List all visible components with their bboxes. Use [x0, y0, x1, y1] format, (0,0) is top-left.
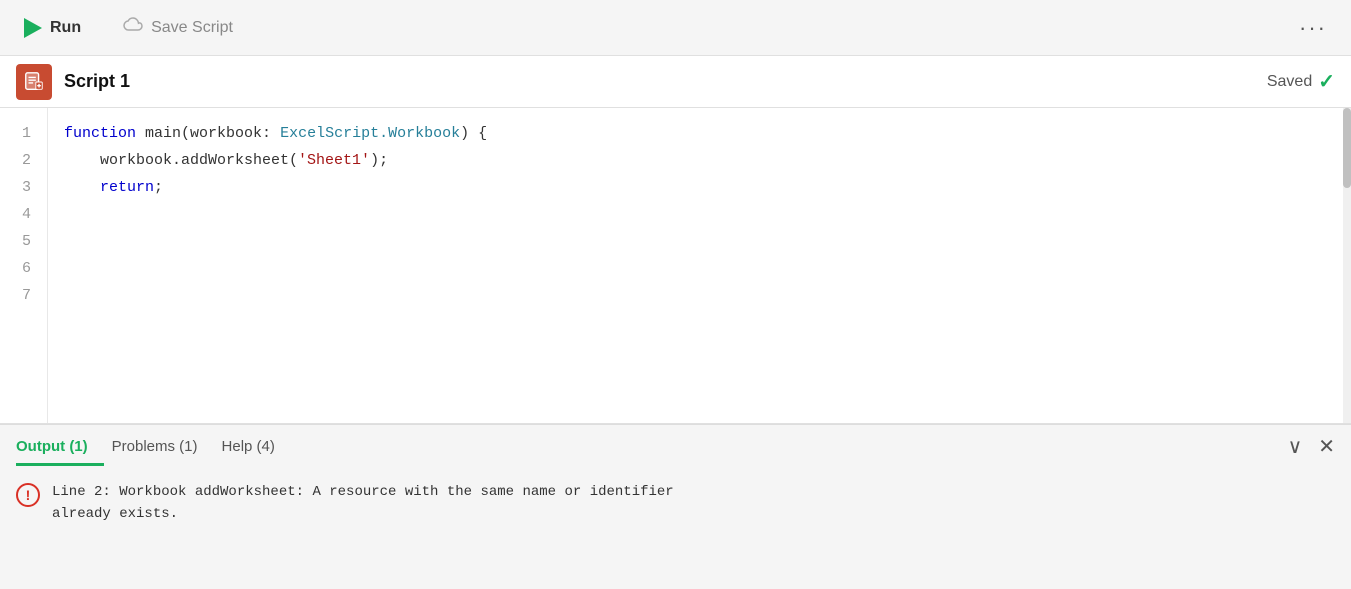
toolbar-left: Run Save Script: [16, 12, 1291, 44]
line-num-3: 3: [0, 174, 31, 201]
scrollbar-track[interactable]: [1343, 108, 1351, 423]
run-button[interactable]: Run: [16, 14, 89, 42]
toolbar: Run Save Script ···: [0, 0, 1351, 56]
error-message: Line 2: Workbook addWorksheet: A resourc…: [52, 481, 674, 526]
tab-problems[interactable]: Problems (1): [112, 430, 214, 466]
scrollbar-thumb[interactable]: [1343, 108, 1351, 188]
panel-tabs-right: ∨ ✕: [1288, 434, 1335, 459]
code-line-5: [64, 228, 1335, 255]
save-script-button[interactable]: Save Script: [113, 12, 241, 44]
check-icon: ✓: [1318, 69, 1335, 94]
collapse-panel-button[interactable]: ∨: [1288, 434, 1303, 459]
script-title: Script 1: [64, 71, 1267, 92]
cloud-icon: [121, 16, 143, 40]
tab-output[interactable]: Output (1): [16, 430, 104, 466]
error-line-2: already exists.: [52, 503, 674, 525]
line-num-4: 4: [0, 201, 31, 228]
panel-content: ! Line 2: Workbook addWorksheet: A resou…: [0, 469, 1351, 589]
more-options-button[interactable]: ···: [1291, 11, 1335, 45]
line-num-6: 6: [0, 255, 31, 282]
code-line-1: function main(workbook: ExcelScript.Work…: [64, 120, 1335, 147]
code-editor[interactable]: function main(workbook: ExcelScript.Work…: [48, 108, 1351, 423]
script-icon: [16, 64, 52, 100]
error-icon: !: [16, 483, 40, 507]
line-num-1: 1: [0, 120, 31, 147]
code-line-6: [64, 255, 1335, 282]
saved-status: Saved ✓: [1267, 69, 1335, 94]
line-num-5: 5: [0, 228, 31, 255]
line-numbers: 1 2 3 4 5 6 7: [0, 108, 48, 423]
line-num-7: 7: [0, 282, 31, 309]
code-line-4: [64, 201, 1335, 228]
more-icon: ···: [1299, 15, 1327, 40]
script-titlebar: Script 1 Saved ✓: [0, 56, 1351, 108]
bottom-panel: Output (1) Problems (1) Help (4) ∨ ✕ ! L…: [0, 424, 1351, 589]
close-icon: ✕: [1318, 436, 1335, 458]
editor-area[interactable]: 1 2 3 4 5 6 7 function main(workbook: Ex…: [0, 108, 1351, 424]
tab-help[interactable]: Help (4): [222, 430, 291, 466]
line-num-2: 2: [0, 147, 31, 174]
code-line-7: [64, 282, 1335, 309]
run-icon: [24, 18, 42, 38]
code-line-2: workbook.addWorksheet('Sheet1');: [64, 147, 1335, 174]
collapse-icon: ∨: [1288, 436, 1303, 458]
run-label: Run: [50, 19, 81, 37]
saved-label: Saved: [1267, 73, 1312, 91]
panel-tabs: Output (1) Problems (1) Help (4) ∨ ✕: [0, 425, 1351, 469]
save-script-label: Save Script: [151, 19, 233, 37]
code-line-3: return;: [64, 174, 1335, 201]
close-panel-button[interactable]: ✕: [1318, 434, 1335, 459]
error-line-1: Line 2: Workbook addWorksheet: A resourc…: [52, 481, 674, 503]
